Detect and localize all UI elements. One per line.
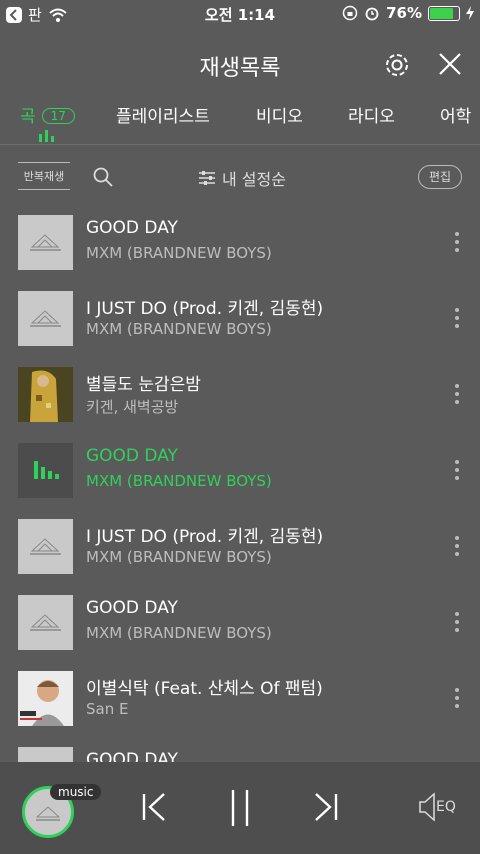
list-item[interactable]: GOOD DAY MXM (BRANDNEW BOYS) bbox=[0, 206, 480, 282]
song-title: GOOD DAY bbox=[86, 218, 178, 238]
song-count-badge: 17 bbox=[41, 108, 75, 124]
alarm-icon bbox=[365, 7, 379, 21]
song-title: GOOD DAY bbox=[86, 598, 178, 618]
song-artist: MXM (BRANDNEW BOYS) bbox=[86, 624, 272, 642]
charging-icon bbox=[466, 6, 474, 20]
more-icon[interactable] bbox=[452, 232, 462, 254]
speaker-icon bbox=[419, 792, 435, 822]
album-art bbox=[18, 671, 73, 726]
search-icon[interactable] bbox=[92, 166, 114, 188]
list-item-now-playing[interactable]: GOOD DAY MXM (BRANDNEW BOYS) bbox=[0, 434, 480, 510]
player-source-label: music bbox=[50, 784, 102, 800]
sort-button[interactable]: 내 설정순 bbox=[198, 166, 286, 190]
list-item[interactable]: 별들도 눈감은밤 키겐, 새벽공방 bbox=[0, 358, 480, 434]
song-title: I JUST DO (Prod. 키겐, 김동현) bbox=[86, 527, 324, 547]
mini-player: music EQ bbox=[0, 762, 480, 854]
pause-icon[interactable] bbox=[228, 788, 252, 828]
previous-icon[interactable] bbox=[140, 792, 168, 822]
song-artist: MXM (BRANDNEW BOYS) bbox=[86, 320, 272, 338]
equalizer-icon bbox=[34, 461, 59, 479]
album-art bbox=[18, 291, 73, 346]
eq-label: EQ bbox=[436, 799, 456, 815]
more-icon[interactable] bbox=[452, 460, 462, 482]
equalizer-indicator-icon bbox=[39, 130, 54, 142]
song-title: 별들도 눈감은밤 bbox=[86, 375, 201, 395]
tab-playlists[interactable]: 플레이리스트 bbox=[116, 102, 210, 127]
album-art bbox=[18, 215, 73, 270]
album-art bbox=[18, 519, 73, 574]
status-bar: 판 오전 1:14 76% bbox=[0, 0, 480, 28]
song-artist: MXM (BRANDNEW BOYS) bbox=[86, 472, 272, 490]
close-icon[interactable] bbox=[436, 50, 464, 78]
tab-videos[interactable]: 비디오 bbox=[256, 102, 303, 127]
list-item[interactable]: GOOD DAY MXM (BRANDNEW BOYS) bbox=[0, 586, 480, 662]
song-artist: San E bbox=[86, 700, 129, 718]
tab-bar: 곡 17 플레이리스트 비디오 라디오 어학 bbox=[0, 96, 480, 145]
song-artist: MXM (BRANDNEW BOYS) bbox=[86, 548, 272, 566]
more-icon[interactable] bbox=[452, 308, 462, 330]
song-title: 이별식탁 (Feat. 산체스 Of 팬텀) bbox=[86, 679, 323, 699]
more-icon[interactable] bbox=[452, 536, 462, 558]
song-artist: MXM (BRANDNEW BOYS) bbox=[86, 244, 272, 262]
tab-songs-label: 곡 bbox=[20, 107, 36, 127]
tab-language[interactable]: 어학 bbox=[440, 102, 471, 127]
song-title: GOOD DAY bbox=[86, 446, 178, 466]
battery-icon bbox=[428, 5, 460, 21]
header: 재생목록 bbox=[0, 40, 480, 90]
edit-button[interactable]: 편집 bbox=[418, 165, 462, 189]
eq-button[interactable]: EQ bbox=[418, 792, 456, 822]
more-icon[interactable] bbox=[452, 384, 462, 406]
tab-songs[interactable]: 곡 17 bbox=[20, 102, 75, 127]
more-icon[interactable] bbox=[452, 612, 462, 634]
next-icon[interactable] bbox=[312, 792, 340, 822]
now-playing-indicator bbox=[18, 443, 73, 498]
repeat-button[interactable]: 반복재생 bbox=[18, 162, 70, 190]
album-art bbox=[18, 595, 73, 650]
battery-percent: 76% bbox=[386, 4, 422, 22]
album-art bbox=[18, 367, 73, 422]
list-item[interactable]: I JUST DO (Prod. 키겐, 김동현) MXM (BRANDNEW … bbox=[0, 282, 480, 358]
more-icon[interactable] bbox=[452, 688, 462, 710]
sort-label: 내 설정순 bbox=[222, 170, 286, 189]
list-item[interactable]: 이별식탁 (Feat. 산체스 Of 팬텀) San E bbox=[0, 662, 480, 738]
list-item[interactable]: I JUST DO (Prod. 키겐, 김동현) MXM (BRANDNEW … bbox=[0, 510, 480, 586]
sort-sliders-icon bbox=[199, 171, 215, 185]
gear-icon[interactable] bbox=[382, 50, 412, 80]
song-artist: 키겐, 새벽공방 bbox=[86, 398, 179, 416]
toolbar: 반복재생 내 설정순 편집 bbox=[0, 158, 480, 198]
song-title: I JUST DO (Prod. 키겐, 김동현) bbox=[86, 299, 324, 319]
rotation-lock-icon bbox=[342, 5, 358, 21]
tab-radio[interactable]: 라디오 bbox=[348, 102, 395, 127]
